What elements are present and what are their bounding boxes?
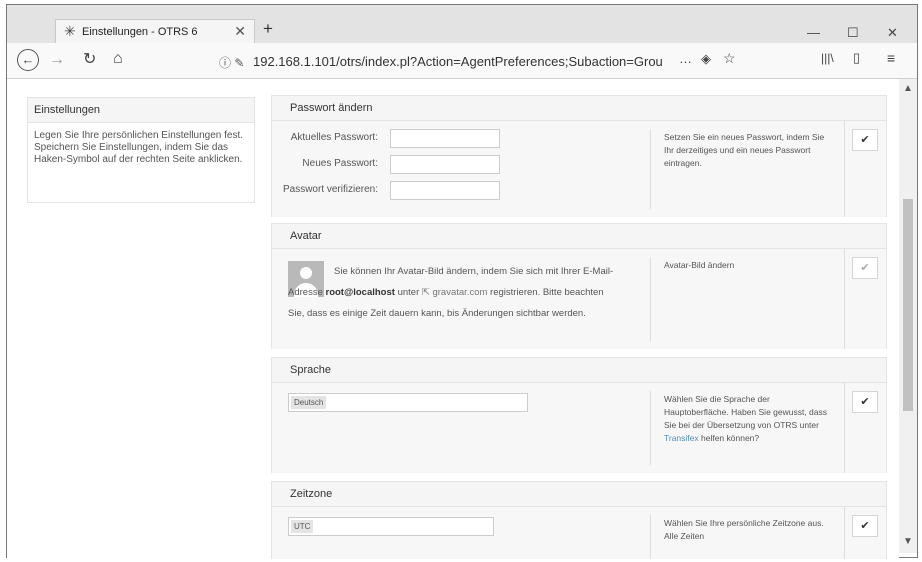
language-card-title: Sprache (272, 358, 886, 383)
timezone-card-title: Zeitzone (272, 482, 886, 507)
password-card-title: Passwort ändern (272, 96, 886, 121)
back-button[interactable]: ← (17, 49, 39, 71)
language-select[interactable]: Deutsch (288, 393, 528, 412)
minimize-button[interactable]: — (807, 25, 820, 40)
menu-icon[interactable]: ≡ (887, 51, 895, 65)
verify-password-field[interactable] (390, 181, 500, 200)
checkmark-icon: ✔ (860, 396, 870, 408)
save-password-button[interactable]: ✔ (852, 129, 878, 151)
avatar-email: root@localhost (325, 287, 395, 298)
current-password-field[interactable] (390, 129, 500, 148)
verify-password-label: Passwort verifizieren: (282, 184, 378, 195)
url-text: 192.168.1.101/otrs/index.pl?Action=Agent… (253, 54, 663, 69)
timezone-help: Wählen Sie Ihre persönliche Zeitzone aus… (664, 518, 824, 541)
gravatar-link[interactable]: ⇱ gravatar.com (422, 287, 488, 298)
tab-close-icon[interactable]: ✕ (234, 23, 246, 40)
page-content: Einstellungen Legen Sie Ihre persönliche… (7, 79, 899, 559)
tab-title: Einstellungen - OTRS 6 (82, 26, 198, 38)
forward-button[interactable]: → (49, 52, 65, 68)
new-password-label: Neues Passwort: (302, 158, 378, 169)
divider (650, 515, 651, 559)
address-bar[interactable]: ⓘ ✎ 192.168.1.101/otrs/index.pl?Action=A… (217, 51, 673, 73)
current-password-label: Aktuelles Passwort: (290, 132, 378, 143)
timezone-card: Zeitzone UTC Wählen Sie Ihre persönliche… (271, 481, 887, 559)
scroll-up-icon[interactable]: ▲ (903, 83, 913, 94)
checkmark-icon: ✔ (860, 520, 870, 532)
settings-sidebar: Einstellungen Legen Sie Ihre persönliche… (27, 97, 255, 203)
avatar-card-title: Avatar (272, 224, 886, 249)
navigation-bar: ← → ↻ ⌂ ⓘ ✎ 192.168.1.101/otrs/index.pl?… (7, 43, 917, 79)
reload-button[interactable]: ↻ (83, 52, 96, 68)
otrs-favicon-icon: ✳ (64, 23, 76, 39)
save-language-button[interactable]: ✔ (852, 391, 878, 413)
password-help: Setzen Sie ein neues Passwort, indem Sie… (664, 132, 825, 168)
transifex-link[interactable]: Transifex (664, 433, 699, 443)
sidebar-title: Einstellungen (28, 98, 254, 123)
sidebar-toggle-icon[interactable]: ▯ (853, 51, 860, 64)
scrollbar-thumb[interactable] (903, 199, 913, 411)
timezone-selected-value: UTC (291, 520, 314, 533)
checkmark-icon: ✔ (860, 134, 870, 146)
bookmark-star-icon[interactable]: ☆ (723, 51, 736, 65)
divider (844, 507, 845, 559)
divider (844, 121, 845, 217)
pocket-icon[interactable]: ◈ (701, 52, 711, 65)
close-window-button[interactable]: ✕ (887, 25, 898, 41)
tab-strip: ✳ Einstellungen - OTRS 6 ✕ + — ☐ ✕ (7, 5, 917, 43)
checkmark-icon: ✔ (860, 262, 870, 274)
save-timezone-button[interactable]: ✔ (852, 515, 878, 537)
maximize-button[interactable]: ☐ (847, 25, 859, 41)
save-avatar-button[interactable]: ✔ (852, 257, 878, 279)
vertical-scrollbar[interactable]: ▲ ▼ (899, 79, 917, 553)
avatar-help: Avatar-Bild ändern (664, 260, 735, 270)
password-card: Passwort ändern Aktuelles Passwort: Neue… (271, 95, 887, 217)
divider (844, 249, 845, 349)
divider (650, 391, 651, 465)
timezone-select[interactable]: UTC (288, 517, 494, 536)
browser-tab[interactable]: ✳ Einstellungen - OTRS 6 ✕ (55, 19, 255, 43)
site-info-icon[interactable]: ⓘ ✎ (219, 54, 244, 71)
new-password-field[interactable] (390, 155, 500, 174)
scroll-down-icon[interactable]: ▼ (903, 536, 913, 547)
new-tab-button[interactable]: + (263, 19, 273, 39)
library-icon[interactable]: |||\ (821, 52, 834, 64)
divider (650, 257, 651, 341)
avatar-description: Sie können Ihr Avatar-Bild ändern, indem… (288, 266, 614, 319)
sidebar-text: Legen Sie Ihre persönlichen Einstellunge… (34, 130, 244, 165)
divider (650, 129, 651, 209)
language-help: Wählen Sie die Sprache der Hauptoberfläc… (664, 394, 828, 443)
home-button[interactable]: ⌂ (113, 51, 123, 67)
avatar-card: Avatar Sie können Ihr Avatar-Bild ändern… (271, 223, 887, 349)
language-card: Sprache Deutsch Wählen Sie die Sprache d… (271, 357, 887, 473)
divider (844, 383, 845, 473)
page-actions-button[interactable]: … (679, 52, 692, 65)
language-selected-value: Deutsch (291, 396, 327, 409)
